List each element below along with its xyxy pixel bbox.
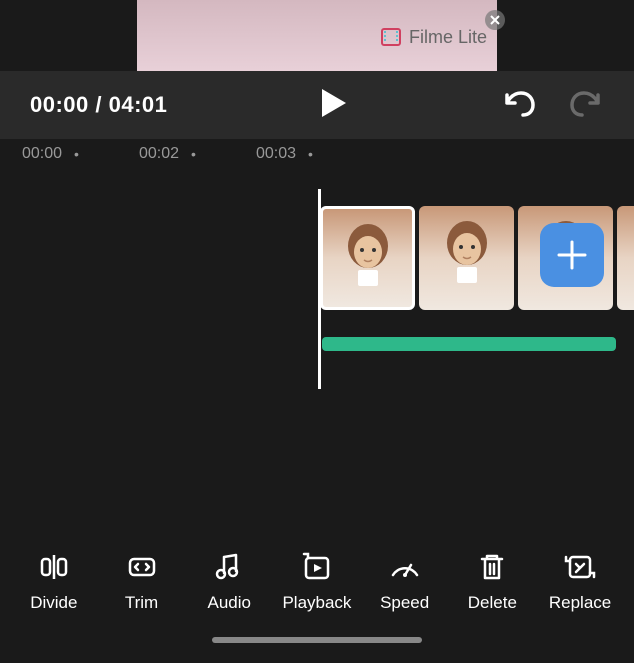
- speed-icon: [389, 551, 421, 583]
- add-clip-button[interactable]: [540, 223, 604, 287]
- replace-button[interactable]: Replace: [545, 551, 615, 613]
- time-display: 00:00 / 04:01: [30, 92, 167, 118]
- video-clip[interactable]: [617, 206, 634, 310]
- playback-icon: [301, 551, 333, 583]
- playback-controls: 00:00 / 04:01: [0, 71, 634, 139]
- divide-icon: [38, 551, 70, 583]
- close-watermark-button[interactable]: [485, 10, 505, 30]
- playback-button[interactable]: Playback: [282, 551, 352, 613]
- audio-button[interactable]: Audio: [194, 551, 264, 613]
- watermark-badge: Filme Lite: [379, 25, 487, 49]
- ruler-mark: 00:02: [139, 145, 191, 163]
- total-time: 04:01: [109, 92, 168, 117]
- tool-label: Replace: [549, 593, 611, 613]
- play-button[interactable]: [320, 87, 348, 124]
- ruler-mark: 00:00: [22, 145, 74, 163]
- undo-button[interactable]: [501, 89, 535, 122]
- video-clip[interactable]: [419, 206, 514, 310]
- trim-button[interactable]: Trim: [107, 551, 177, 613]
- current-time: 00:00: [30, 92, 89, 117]
- tool-label: Trim: [125, 593, 158, 613]
- timeline-ruler[interactable]: 00:00 • 00:02 • 00:03 •: [0, 139, 634, 169]
- tool-label: Playback: [282, 593, 351, 613]
- watermark-text: Filme Lite: [409, 27, 487, 48]
- timeline[interactable]: [0, 169, 634, 409]
- home-indicator[interactable]: [212, 637, 422, 643]
- preview-frame[interactable]: Filme Lite: [137, 0, 497, 71]
- tool-label: Speed: [380, 593, 429, 613]
- audio-track[interactable]: [322, 337, 616, 351]
- tools-bar: Divide Trim Audio Playback Speed Delete: [0, 551, 634, 613]
- tool-label: Divide: [30, 593, 77, 613]
- divide-button[interactable]: Divide: [19, 551, 89, 613]
- ruler-mark: 00:03: [256, 145, 308, 163]
- video-preview: Filme Lite: [0, 0, 634, 71]
- tool-label: Delete: [468, 593, 517, 613]
- delete-icon: [476, 551, 508, 583]
- ruler-tick: •: [191, 146, 256, 162]
- trim-icon: [126, 551, 158, 583]
- video-clip-selected[interactable]: [320, 206, 415, 310]
- speed-button[interactable]: Speed: [370, 551, 440, 613]
- film-icon: [379, 25, 403, 49]
- tool-label: Audio: [208, 593, 251, 613]
- ruler-tick: •: [308, 146, 373, 162]
- audio-icon: [213, 551, 245, 583]
- playhead[interactable]: [318, 189, 321, 389]
- ruler-tick: •: [74, 146, 139, 162]
- delete-button[interactable]: Delete: [457, 551, 527, 613]
- redo-button[interactable]: [570, 89, 604, 122]
- time-separator: /: [89, 92, 109, 117]
- replace-icon: [564, 551, 596, 583]
